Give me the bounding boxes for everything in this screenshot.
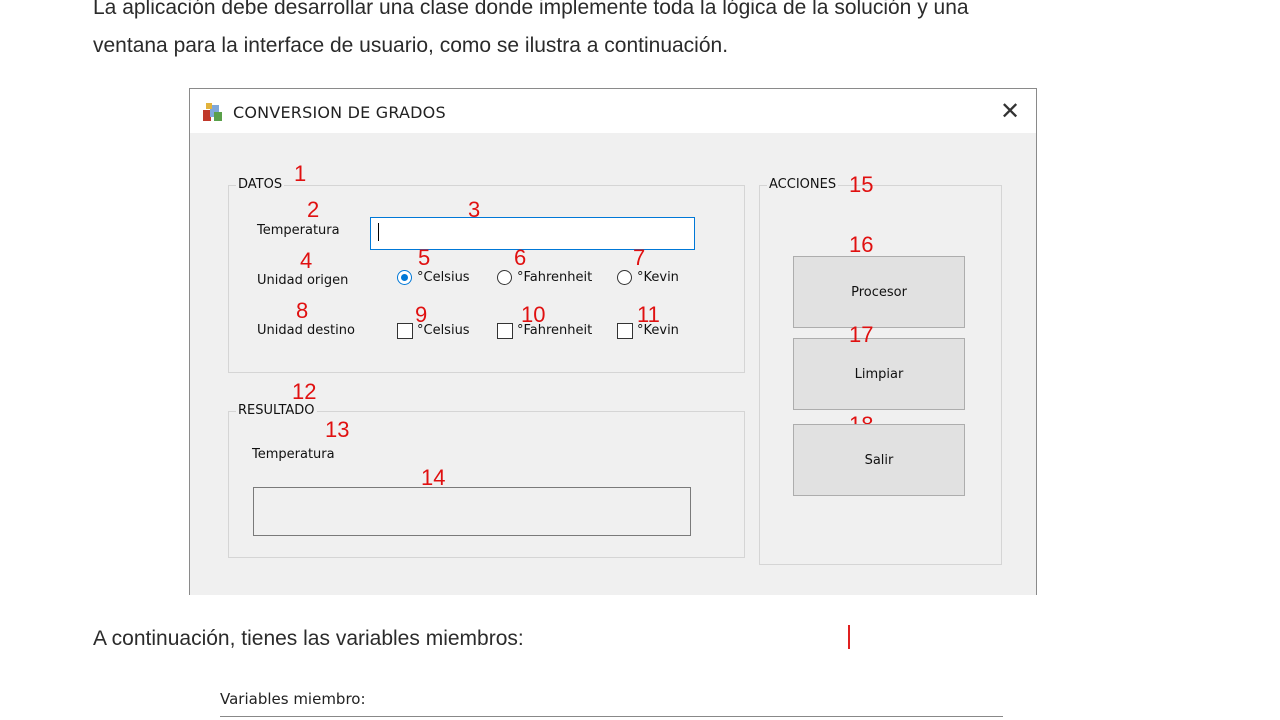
title-bar: CONVERSION DE GRADOS ✕: [190, 89, 1036, 133]
annotation-4: 4: [300, 248, 313, 273]
conversion-window: CONVERSION DE GRADOS ✕ DATOS 1 Temperatu…: [189, 88, 1037, 595]
origen-kevin-label: °Kevin: [637, 270, 679, 285]
origen-celsius-label: °Celsius: [417, 270, 470, 285]
annotation-1: 1: [294, 161, 307, 186]
destino-fahrenheit-checkbox[interactable]: [497, 323, 513, 339]
limpiar-button[interactable]: Limpiar: [793, 338, 965, 410]
salir-button[interactable]: Salir: [793, 424, 965, 496]
variables-table-top-border: [220, 716, 1003, 717]
text-cursor-mark: [848, 625, 850, 649]
annotation-17: 17: [849, 322, 874, 347]
paragraph-intro: La aplicación debe desarrollar una clase…: [93, 0, 969, 19]
datos-legend: DATOS: [236, 177, 285, 192]
annotation-13: 13: [325, 417, 350, 442]
text-caret: [378, 223, 379, 241]
acciones-legend: ACCIONES: [767, 177, 839, 192]
annotation-6: 6: [514, 245, 527, 270]
annotation-12: 12: [292, 379, 317, 404]
unidad-destino-label: Unidad destino: [257, 323, 355, 338]
unidad-origen-label: Unidad origen: [257, 273, 349, 288]
destino-celsius-checkbox[interactable]: [397, 323, 413, 339]
annotation-16: 16: [849, 232, 874, 257]
app-icon: [203, 103, 222, 121]
origen-kevin-radio[interactable]: [617, 270, 632, 285]
resultado-legend: RESULTADO: [236, 403, 317, 418]
destino-kevin-checkbox[interactable]: [617, 323, 633, 339]
annotation-7: 7: [633, 245, 646, 270]
paragraph-variables: A continuación, tienes las variables mie…: [93, 627, 524, 650]
window-title: CONVERSION DE GRADOS: [233, 103, 446, 122]
origen-fahrenheit-label: °Fahrenheit: [517, 270, 593, 285]
annotation-3: 3: [468, 197, 481, 222]
annotation-15: 15: [849, 172, 874, 197]
variables-miembro-label: Variables miembro:: [220, 690, 366, 708]
annotation-9: 9: [415, 302, 428, 327]
close-button[interactable]: ✕: [984, 89, 1036, 133]
origen-fahrenheit-radio[interactable]: [497, 270, 512, 285]
annotation-10: 10: [521, 302, 546, 327]
paragraph-intro-continued: ventana para la interface de usuario, co…: [93, 34, 729, 57]
annotation-14: 14: [421, 465, 446, 490]
origen-celsius-radio[interactable]: [397, 270, 412, 285]
close-icon: ✕: [999, 97, 1021, 125]
annotation-5: 5: [418, 245, 431, 270]
annotation-11: 11: [637, 302, 660, 327]
annotation-8: 8: [296, 298, 309, 323]
procesor-button[interactable]: Procesor: [793, 256, 965, 328]
resultado-output: [253, 487, 691, 536]
resultado-temperatura-label: Temperatura: [252, 447, 335, 462]
annotation-2: 2: [307, 197, 320, 222]
temperatura-label: Temperatura: [257, 223, 340, 238]
